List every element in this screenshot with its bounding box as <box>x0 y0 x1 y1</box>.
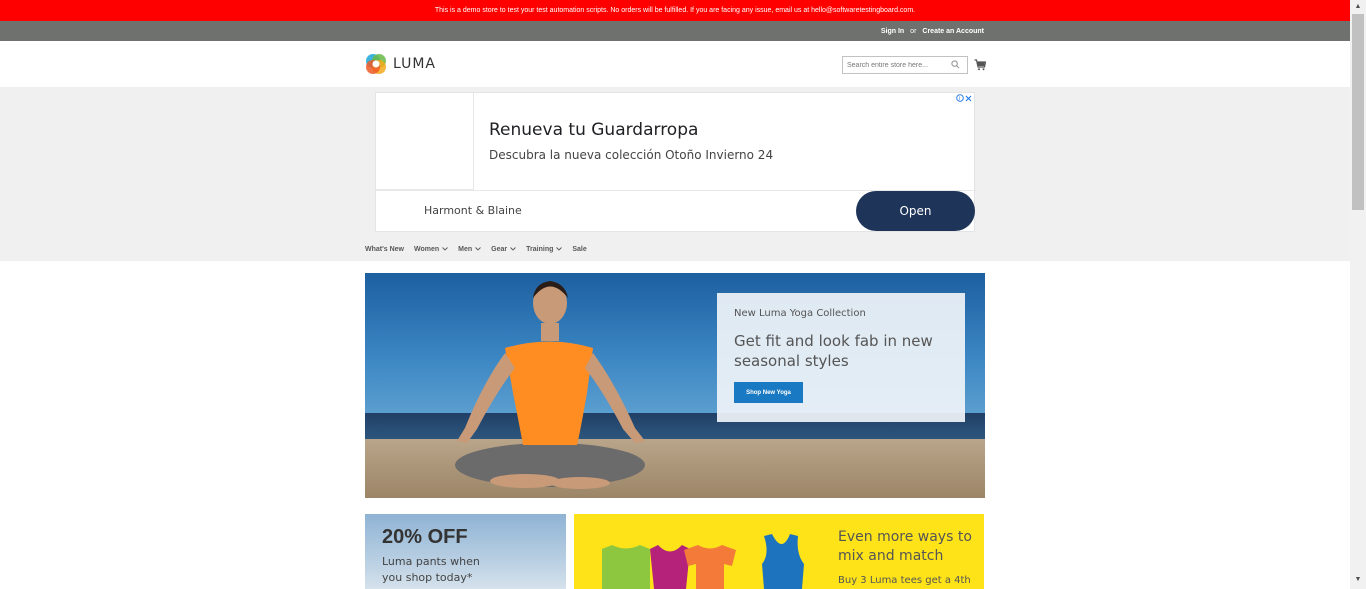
ad-title: Renueva tu Guardarropa <box>489 120 699 140</box>
nav-item-label: Training <box>526 245 554 253</box>
nav-item-gear[interactable]: Gear <box>491 246 516 253</box>
page: This is a demo store to test your test a… <box>0 0 1366 589</box>
tees-image <box>602 534 804 589</box>
hero-title: Get fit and look fab in new seasonal sty… <box>734 332 933 370</box>
ad-choices-icon[interactable]: i <box>956 94 972 102</box>
nav-band: i Renueva tu Guardarropa Descubra la nue… <box>0 87 1350 261</box>
nav-item-label: Sale <box>572 245 587 253</box>
promo-pants-block[interactable]: 20% OFF Luma pants when you shop today* <box>365 514 566 589</box>
promo-tees-title: Even more ways to mix and match <box>838 529 972 564</box>
promo-pants-text: Luma pants when you shop today* <box>382 555 480 584</box>
ad-advertiser: Harmont & Blaine <box>424 204 522 217</box>
luma-logo[interactable]: LUMA <box>365 52 436 76</box>
ad-open-button[interactable]: Open <box>856 191 975 231</box>
hero-card: New Luma Yoga Collection Get fit and loo… <box>717 293 965 422</box>
top-panel: Sign In or Create an Account <box>0 21 1350 41</box>
nav-item-label: Gear <box>491 245 508 253</box>
search-box <box>842 56 968 74</box>
promo-pants-title: 20% OFF <box>382 526 468 548</box>
shop-new-yoga-button[interactable]: Shop New Yoga <box>734 382 803 403</box>
advertisement[interactable]: i Renueva tu Guardarropa Descubra la nue… <box>375 92 976 232</box>
luma-logo-icon <box>365 53 387 75</box>
hero-banner[interactable]: New Luma Yoga Collection Get fit and loo… <box>365 273 985 498</box>
or-separator: or <box>910 27 917 35</box>
svg-text:i: i <box>959 96 960 102</box>
search-input[interactable] <box>847 61 951 69</box>
promo-tees-text: Buy 3 Luma tees get a 4th <box>838 575 971 586</box>
search-icon[interactable] <box>951 60 961 70</box>
promo-tees-block[interactable]: Even more ways to mix and match Buy 3 Lu… <box>574 514 984 589</box>
scroll-thumb[interactable] <box>1352 14 1364 210</box>
chevron-down-icon <box>510 246 516 253</box>
site-header: LUMA <box>0 41 1350 87</box>
nav-item-sale[interactable]: Sale <box>572 246 586 253</box>
sign-in-link[interactable]: Sign In <box>881 28 904 35</box>
demo-notice-text: This is a demo store to test your test a… <box>434 7 916 14</box>
page-scrollbar[interactable]: ▲ ▼ <box>1350 0 1366 589</box>
scroll-down-arrow-icon[interactable]: ▼ <box>1354 576 1362 584</box>
ad-image-placeholder <box>376 93 474 190</box>
scroll-up-arrow-icon[interactable]: ▲ <box>1354 3 1362 11</box>
nav-item-training[interactable]: Training <box>526 245 563 253</box>
hero-subtitle: New Luma Yoga Collection <box>734 308 866 319</box>
nav-item-what-s-new[interactable]: What's New <box>365 246 404 253</box>
cart-icon[interactable] <box>974 58 987 71</box>
nav-item-women[interactable]: Women <box>414 246 448 253</box>
demo-notice-banner: This is a demo store to test your test a… <box>0 0 1350 21</box>
chevron-down-icon <box>556 246 563 253</box>
chevron-down-icon <box>475 246 481 253</box>
nav-item-label: Women <box>414 245 440 253</box>
ad-description: Descubra la nueva colección Otoño Invier… <box>489 148 774 162</box>
nav-item-label: Men <box>458 245 473 253</box>
logo-text: LUMA <box>393 56 437 72</box>
chevron-down-icon <box>442 246 448 253</box>
nav-item-men[interactable]: Men <box>458 246 481 253</box>
nav-item-label: What's New <box>365 245 405 253</box>
account-links: Sign In or Create an Account <box>881 21 984 41</box>
create-account-link[interactable]: Create an Account <box>922 28 984 35</box>
main-navigation: What's New Women Men Gear Training Sale <box>365 243 597 255</box>
